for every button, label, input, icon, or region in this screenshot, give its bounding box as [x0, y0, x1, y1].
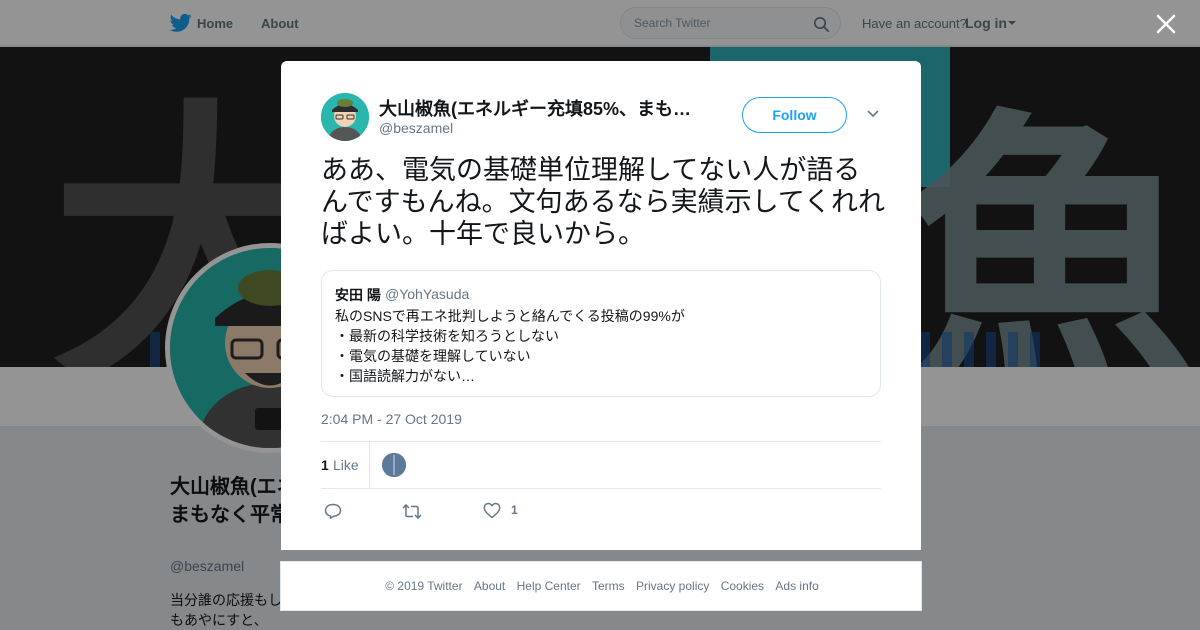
quoted-line: ・電気の基礎を理解していない [335, 348, 531, 364]
footer-link-privacy[interactable]: Privacy policy [636, 579, 709, 593]
likes-count[interactable]: 1 [321, 457, 329, 473]
chevron-down-icon[interactable] [867, 110, 879, 118]
quoted-line: ・最新の科学技術を知ろうとしない [335, 328, 559, 344]
footer-link-about[interactable]: About [474, 579, 505, 593]
quoted-author-name: 安田 陽 [335, 287, 381, 303]
stats-divider [369, 442, 370, 488]
footer: © 2019 Twitter About Help Center Terms P… [280, 561, 922, 611]
reply-icon[interactable] [324, 503, 342, 519]
follow-button[interactable]: Follow [742, 97, 847, 133]
author-handle[interactable]: @beszamel [379, 120, 453, 136]
quoted-tweet-text: 私のSNSで再エネ批判しようと絡んでくる投稿の99%が ・最新の科学技術を知ろう… [335, 306, 865, 386]
close-icon[interactable] [1155, 13, 1177, 35]
footer-link-help-center[interactable]: Help Center [517, 579, 581, 593]
tweet-text: ああ、電気の基礎単位理解してない人が語るんですもんね。文句あるなら実績示してくれ… [321, 155, 886, 249]
quoted-line: ・国語読解力がない… [335, 368, 475, 384]
author-name[interactable]: 大山椒魚(エネルギー充填85%、まも… [379, 95, 699, 121]
footer-links: © 2019 Twitter About Help Center Terms P… [281, 579, 923, 593]
footer-link-cookies[interactable]: Cookies [721, 579, 764, 593]
liker-avatar[interactable] [382, 453, 406, 477]
footer-copyright: © 2019 Twitter [385, 579, 463, 593]
tweet-timestamp[interactable]: 2:04 PM - 27 Oct 2019 [321, 411, 462, 427]
quoted-tweet[interactable]: 安田 陽 @YohYasuda 私のSNSで再エネ批判しようと絡んでくる投稿の9… [321, 270, 881, 397]
tweet-stats: 1 Like [321, 441, 881, 489]
footer-link-ads-info[interactable]: Ads info [775, 579, 818, 593]
heart-icon[interactable] [483, 502, 501, 519]
quoted-author-handle: @YohYasuda [385, 286, 470, 302]
author-avatar-icon [321, 93, 369, 141]
liker-avatar-icon [382, 453, 406, 477]
tweet-modal: 大山椒魚(エネルギー充填85%、まも… @beszamel Follow ああ、… [281, 61, 921, 550]
likes-label[interactable]: Like [333, 457, 359, 473]
like-action-count[interactable]: 1 [511, 503, 518, 517]
author-avatar[interactable] [321, 93, 369, 141]
retweet-icon[interactable] [402, 504, 422, 519]
quoted-line: 私のSNSで再エネ批判しようと絡んでくる投稿の99%が [335, 308, 685, 324]
footer-link-terms[interactable]: Terms [592, 579, 625, 593]
